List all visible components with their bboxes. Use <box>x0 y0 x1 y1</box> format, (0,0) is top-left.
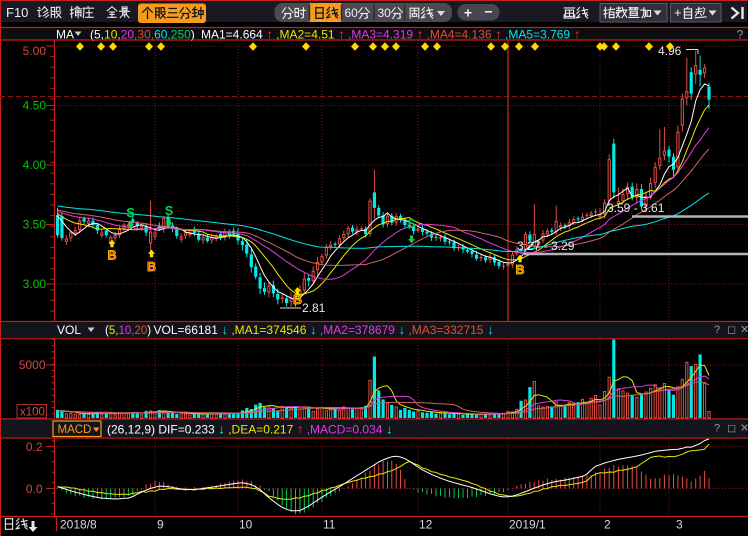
svg-text:+: + <box>464 5 472 21</box>
svg-text:S: S <box>407 217 415 231</box>
svg-text:B: B <box>293 293 302 307</box>
svg-text:✕: ✕ <box>740 423 748 435</box>
svg-text:10: 10 <box>239 518 253 532</box>
svg-text:S: S <box>126 206 134 220</box>
svg-text:4.00: 4.00 <box>23 158 47 172</box>
svg-text:2019/1: 2019/1 <box>509 518 546 532</box>
svg-text:+: + <box>674 5 682 20</box>
svg-text:◻: ◻ <box>727 324 736 336</box>
svg-text:B: B <box>147 260 156 274</box>
svg-text:(26,12,9) DIF=0.233 ↓ ,DEA=0.: (26,12,9) DIF=0.233 ↓ ,DEA=0.217 ↑ ,MACD… <box>107 422 393 437</box>
svg-text:◻: ◻ <box>727 423 736 435</box>
svg-text:✕: ✕ <box>740 324 748 336</box>
svg-text:9: 9 <box>157 518 164 532</box>
svg-text:5000: 5000 <box>19 358 46 372</box>
svg-text:11: 11 <box>323 518 336 532</box>
svg-text:B: B <box>515 263 524 277</box>
svg-text:3.00: 3.00 <box>23 277 47 291</box>
svg-text:2: 2 <box>604 518 611 532</box>
svg-text:−: − <box>484 4 492 20</box>
svg-text:3.27 - 3.29: 3.27 - 3.29 <box>517 239 575 253</box>
svg-text:30: 30 <box>378 6 392 20</box>
svg-text:?: ? <box>714 423 720 435</box>
svg-text:3: 3 <box>676 518 683 532</box>
svg-text:VOL=66181 ↓ ,MA1=374546 ↓ ,MA2: VOL=66181 ↓ ,MA1=374546 ↓ ,MA2=378679 ↓ … <box>154 322 494 337</box>
svg-text:MA1=4.664 ↑ ,MA2=4.51 ↑ ,MA3=4: MA1=4.664 ↑ ,MA2=4.51 ↑ ,MA3=4.319 ↑ ,MA… <box>201 27 580 42</box>
svg-text:0.2: 0.2 <box>26 440 43 454</box>
svg-text:x100: x100 <box>20 407 45 419</box>
svg-text:5.00: 5.00 <box>23 44 47 58</box>
svg-text:60: 60 <box>345 6 359 20</box>
svg-text:0.0: 0.0 <box>26 482 43 496</box>
svg-text:MACD: MACD <box>58 424 92 436</box>
svg-text:S: S <box>165 204 173 218</box>
svg-text:3.59 - 3.61: 3.59 - 3.61 <box>607 201 665 215</box>
svg-text:(5,10,20): (5,10,20) <box>105 325 151 337</box>
svg-text:VOL: VOL <box>57 323 81 337</box>
svg-text:4.50: 4.50 <box>23 99 47 113</box>
svg-text:2.81: 2.81 <box>302 301 326 315</box>
svg-text:2018/8: 2018/8 <box>60 518 97 532</box>
svg-text:12: 12 <box>419 518 433 532</box>
svg-text:B: B <box>107 249 116 263</box>
svg-text:?: ? <box>714 324 720 336</box>
svg-text:3.50: 3.50 <box>23 218 47 232</box>
svg-text:F10: F10 <box>6 5 28 20</box>
